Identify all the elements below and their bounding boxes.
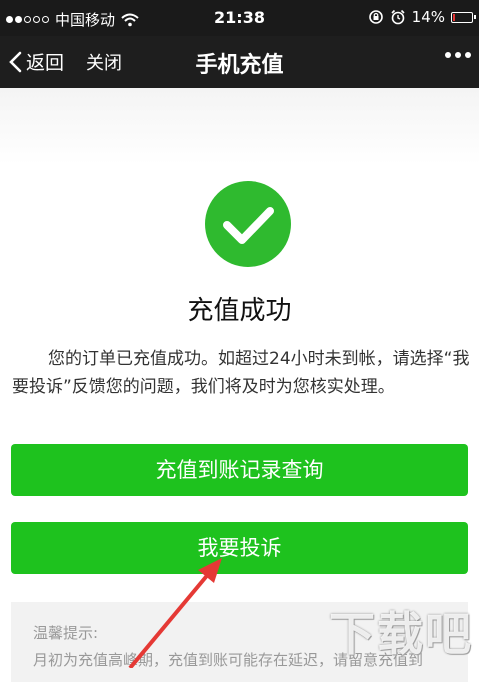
alarm-icon bbox=[391, 9, 405, 25]
chevron-left-icon bbox=[9, 51, 22, 72]
battery-level-fill bbox=[453, 13, 455, 21]
battery-percent: 14% bbox=[411, 8, 445, 26]
more-dots-icon[interactable] bbox=[445, 52, 471, 58]
recharge-records-button[interactable]: 充值到账记录查询 bbox=[11, 444, 468, 496]
background-band bbox=[0, 88, 479, 164]
back-button[interactable]: 返回 bbox=[8, 48, 64, 75]
result-message: 您的订单已充值成功。如超过24小时未到帐，请选择“我要投诉”反馈您的问题，我们将… bbox=[12, 349, 470, 397]
page-title: 手机充值 bbox=[195, 53, 284, 78]
result-title: 充值成功 bbox=[187, 296, 292, 326]
tips-title: 温馨提示: bbox=[33, 624, 99, 642]
tips-line: 月初为充值高峰期，充值到账可能存在延迟，请留意充值到 bbox=[33, 651, 424, 669]
battery-icon bbox=[451, 11, 476, 23]
close-button[interactable]: 关闭 bbox=[86, 49, 122, 75]
status-bar: 中国移动 21:38 14% bbox=[0, 0, 479, 36]
tips-panel: 温馨提示: 月初为充值高峰期，充值到账可能存在延迟，请留意充值到 bbox=[11, 602, 468, 682]
status-right: 14% bbox=[368, 8, 476, 26]
complain-button[interactable]: 我要投诉 bbox=[11, 522, 468, 574]
rotation-lock-icon bbox=[368, 10, 383, 24]
check-circle-icon bbox=[205, 181, 291, 267]
back-label: 返回 bbox=[26, 52, 65, 74]
navigation-bar: 返回 关闭 手机充值 bbox=[0, 36, 479, 88]
